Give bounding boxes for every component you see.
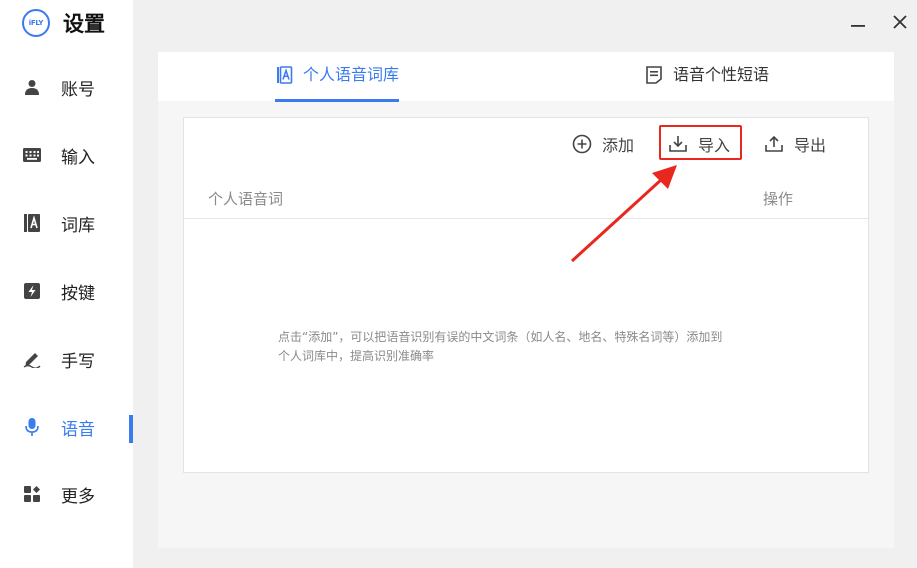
sidebar-item-label: 输入 [61, 147, 95, 168]
tab-label: 语音个性短语 [673, 65, 770, 84]
tab-voice-phrases[interactable]: 语音个性短语 [645, 64, 769, 102]
header-divider [184, 218, 868, 219]
sidebar-item-handwriting[interactable]: 手写 [0, 339, 133, 379]
tab-bar: 个人语音词库 语音个性短语 [158, 52, 894, 102]
empty-state-message: 点击“添加”，可以把语音识别有误的中文词条（如人名、地名、特殊名词等）添加到 个… [278, 328, 788, 366]
column-header-word: 个人语音词 [208, 190, 284, 208]
pen-icon [23, 350, 41, 368]
lexicon-icon [277, 66, 293, 84]
sidebar-item-label: 按键 [61, 283, 95, 304]
close-button[interactable] [890, 12, 910, 32]
main-content: 个人语音词库 语音个性短语 添加 导入 导出 个人语音词 操作 点击“添加”，可… [158, 52, 894, 548]
add-button-label: 添加 [602, 136, 635, 155]
export-button-label: 导出 [794, 136, 827, 155]
sidebar-item-label: 更多 [61, 486, 95, 507]
sidebar-item-label: 词库 [61, 215, 95, 236]
logo-text: iFLY [28, 19, 44, 27]
tab-active-underline [275, 99, 400, 102]
import-button[interactable]: 导入 [668, 130, 730, 158]
sidebar-item-label: 手写 [61, 351, 95, 372]
sidebar-item-label: 账号 [61, 79, 95, 100]
keyboard-icon [23, 146, 41, 164]
active-indicator [129, 415, 133, 443]
export-icon [765, 135, 783, 152]
import-button-label: 导入 [698, 136, 731, 155]
sidebar-item-voice[interactable]: 语音 [0, 407, 133, 447]
lexicon-panel: 添加 导入 导出 个人语音词 操作 点击“添加”，可以把语音识别有误的中文词条（… [183, 117, 869, 473]
brand: iFLY 设置 [22, 8, 105, 38]
sidebar-item-input[interactable]: 输入 [0, 135, 133, 175]
add-button[interactable]: 添加 [572, 130, 634, 158]
import-icon [669, 136, 687, 152]
column-header-actions: 操作 [763, 190, 794, 208]
add-circle-icon [572, 134, 592, 154]
sidebar-item-more[interactable]: 更多 [0, 474, 133, 514]
sidebar-item-lexicon[interactable]: 词库 [0, 203, 133, 243]
empty-message-line: 个人词库中，提高识别准确率 [278, 349, 435, 363]
export-button[interactable]: 导出 [764, 130, 826, 158]
minimize-icon [851, 25, 865, 27]
sidebar-item-keys[interactable]: 按键 [0, 271, 133, 311]
sidebar-item-account[interactable]: 账号 [0, 67, 133, 107]
tab-personal-voice-lexicon[interactable]: 个人语音词库 [275, 64, 400, 102]
user-icon [23, 78, 41, 96]
page-title: 设置 [63, 12, 105, 36]
close-icon [893, 15, 907, 29]
empty-message-line: 点击“添加”，可以把语音识别有误的中文词条（如人名、地名、特殊名词等）添加到 [278, 330, 723, 344]
tab-label: 个人语音词库 [303, 65, 400, 84]
sidebar: iFLY 设置 账号 输入 词库 按键 手写 语音 更多 [0, 0, 133, 568]
ifly-logo: iFLY [22, 9, 50, 37]
lexicon-icon [23, 214, 41, 232]
lightning-key-icon [23, 282, 41, 300]
minimize-button[interactable] [848, 12, 868, 32]
sidebar-item-label: 语音 [61, 419, 95, 440]
note-icon [646, 66, 662, 84]
microphone-icon [23, 418, 41, 436]
grid-more-icon [23, 485, 41, 503]
